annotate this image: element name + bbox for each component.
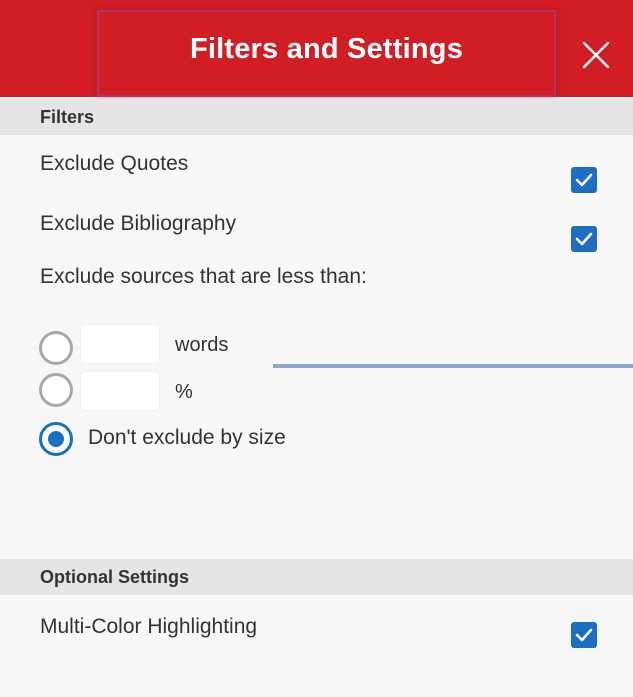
percent-radio[interactable] — [39, 373, 73, 407]
percent-input[interactable] — [80, 371, 160, 411]
words-unit-label: words — [175, 334, 229, 356]
checkmark-icon — [575, 232, 593, 246]
exclude-bibliography-label: Exclude Bibliography — [40, 212, 237, 235]
multi-color-checkbox[interactable] — [571, 622, 597, 648]
exclude-quotes-label: Exclude Quotes — [40, 152, 189, 175]
close-button[interactable] — [577, 34, 613, 74]
close-icon — [582, 41, 610, 69]
checkmark-icon — [575, 628, 593, 642]
checkmark-icon — [575, 173, 593, 187]
dont-exclude-radio[interactable] — [39, 422, 73, 456]
multi-color-label: Multi-Color Highlighting — [40, 615, 258, 638]
words-input[interactable] — [80, 324, 160, 364]
words-radio[interactable] — [39, 331, 73, 365]
panel-title: Filters and Settings — [189, 33, 464, 65]
divider-line — [273, 364, 633, 368]
header-title-box: Filters and Settings — [97, 10, 556, 97]
exclude-quotes-checkbox[interactable] — [571, 167, 597, 193]
percent-unit-label: % — [175, 381, 193, 403]
exclude-size-heading: Exclude sources that are less than: — [40, 265, 367, 288]
radio-selected-dot — [48, 431, 64, 447]
exclude-bibliography-checkbox[interactable] — [571, 226, 597, 252]
optional-settings-section-header: Optional Settings — [0, 559, 633, 595]
panel-header: Filters and Settings — [0, 0, 633, 97]
dont-exclude-label: Don't exclude by size — [88, 426, 286, 449]
filters-section-header: Filters — [0, 99, 633, 135]
